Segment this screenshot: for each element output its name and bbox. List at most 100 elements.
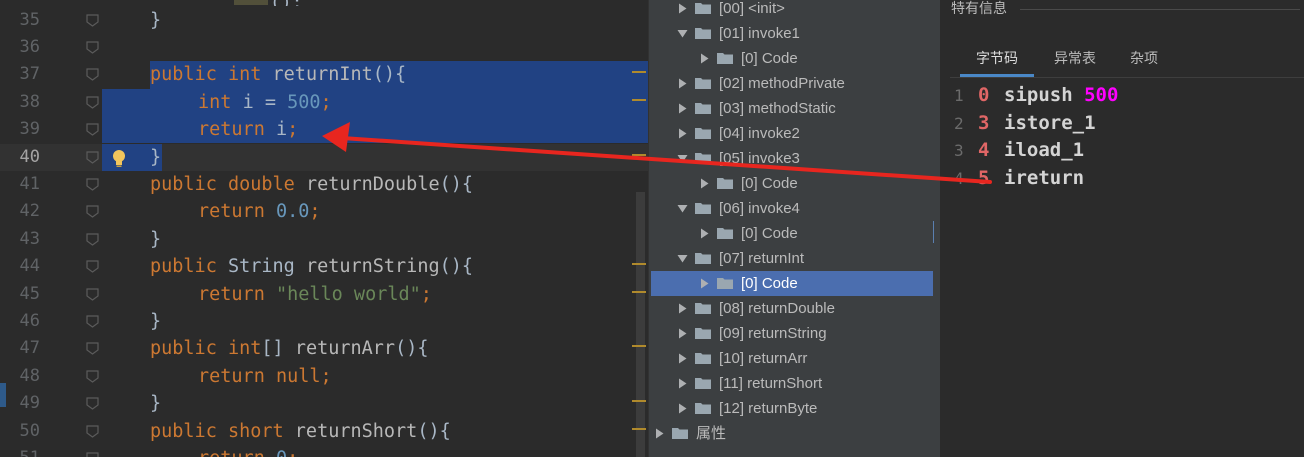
code-line[interactable]: 50 public short returnShort(){ xyxy=(0,418,648,445)
fold-marker-icon[interactable] xyxy=(86,342,99,356)
code-text[interactable]: return 0; xyxy=(198,445,298,457)
code-line[interactable]: 51 return 0; xyxy=(0,445,648,457)
code-line[interactable]: 44 public String returnString(){ xyxy=(0,253,648,280)
collapsed-arrow-icon[interactable] xyxy=(677,3,688,14)
code-text[interactable]: public int returnInt(){ xyxy=(150,61,406,88)
fold-marker-icon[interactable] xyxy=(86,41,99,54)
bytecode-line[interactable]: 4 5 ireturn xyxy=(940,165,1304,193)
tree-item[interactable]: [12] returnByte xyxy=(649,396,940,421)
tree-item[interactable]: 属性 xyxy=(649,421,940,446)
code-text[interactable]: } xyxy=(150,226,161,253)
code-token: public xyxy=(150,256,228,278)
code-line[interactable]: 42 return 0.0; xyxy=(0,198,648,225)
collapsed-arrow-icon[interactable] xyxy=(677,403,688,414)
bytecode-tab[interactable]: 杂项 xyxy=(1116,46,1172,72)
collapsed-arrow-icon[interactable] xyxy=(677,78,688,89)
code-text[interactable]: public int[] returnArr(){ xyxy=(150,335,428,362)
tree-item[interactable]: [05] invoke3 xyxy=(649,146,940,171)
tree-item[interactable]: [07] returnInt xyxy=(649,246,940,271)
code-line[interactable]: 43} xyxy=(0,226,648,253)
collapsed-arrow-icon[interactable] xyxy=(677,103,688,114)
code-line[interactable]: 37 public int returnInt(){ xyxy=(0,61,648,89)
code-text[interactable]: } xyxy=(150,144,161,171)
collapsed-arrow-icon[interactable] xyxy=(699,228,710,239)
expanded-arrow-icon[interactable] xyxy=(677,153,688,164)
code-editor[interactable]: (); 35}3637public int returnInt(){38int … xyxy=(0,0,648,457)
fold-marker-icon[interactable] xyxy=(86,96,99,109)
tree-item[interactable]: [04] invoke2 xyxy=(649,121,940,146)
code-line[interactable]: 47 public int[] returnArr(){ xyxy=(0,335,648,362)
fold-marker-icon[interactable] xyxy=(86,287,99,301)
folder-icon xyxy=(717,277,733,289)
collapsed-arrow-icon[interactable] xyxy=(699,178,710,189)
fold-marker-icon[interactable] xyxy=(86,13,99,27)
fold-marker-icon[interactable] xyxy=(86,123,99,136)
code-text[interactable]: } xyxy=(150,308,161,335)
collapsed-arrow-icon[interactable] xyxy=(677,328,688,339)
collapsed-arrow-icon[interactable] xyxy=(677,378,688,389)
bytecode-line[interactable]: 2 3 istore_1 xyxy=(940,110,1304,138)
code-text[interactable]: } xyxy=(150,7,161,34)
code-line[interactable]: 45 return "hello world"; xyxy=(0,281,648,308)
class-structure-tree[interactable]: [00] <init> [01] invoke1 [0] Code [02] meth… xyxy=(648,0,940,457)
fold-marker-icon[interactable] xyxy=(86,68,99,82)
code-line[interactable]: 48 return null; xyxy=(0,363,648,390)
fold-marker-icon[interactable] xyxy=(86,205,99,219)
tree-item[interactable]: [02] methodPrivate xyxy=(649,71,940,96)
tree-item[interactable]: [08] returnDouble xyxy=(649,296,940,321)
fold-marker-icon[interactable] xyxy=(86,260,99,273)
code-text[interactable]: public String returnString(){ xyxy=(150,253,473,280)
tree-item[interactable]: [11] returnShort xyxy=(649,371,940,396)
collapsed-arrow-icon[interactable] xyxy=(699,53,710,64)
fold-marker-icon[interactable] xyxy=(86,397,99,410)
bytecode-line[interactable]: 1 0 sipush 500 xyxy=(940,82,1304,110)
fold-marker-icon[interactable] xyxy=(86,370,99,383)
lightbulb-icon[interactable] xyxy=(110,148,128,168)
code-line[interactable]: 46} xyxy=(0,308,648,335)
fold-marker-icon[interactable] xyxy=(86,452,99,457)
collapsed-arrow-icon[interactable] xyxy=(654,428,665,439)
tree-item[interactable]: [0] Code xyxy=(649,46,940,71)
fold-marker-icon[interactable] xyxy=(86,178,99,191)
collapsed-arrow-icon[interactable] xyxy=(677,128,688,139)
collapsed-arrow-icon[interactable] xyxy=(699,278,710,289)
tree-item[interactable]: [10] returnArr xyxy=(649,346,940,371)
expanded-arrow-icon[interactable] xyxy=(677,203,688,214)
code-text[interactable]: return "hello world"; xyxy=(198,281,432,308)
expanded-arrow-icon[interactable] xyxy=(677,253,688,264)
fold-marker-icon[interactable] xyxy=(86,150,99,164)
tree-item[interactable]: [01] invoke1 xyxy=(649,21,940,46)
code-text[interactable]: return 0.0; xyxy=(198,198,321,225)
code-line[interactable]: 36 xyxy=(0,34,648,61)
code-line[interactable]: 38 int i = 500; xyxy=(0,88,648,117)
collapsed-arrow-icon[interactable] xyxy=(677,303,688,314)
tree-item[interactable]: [00] <init> xyxy=(649,0,940,21)
fold-marker-icon[interactable] xyxy=(86,315,99,328)
code-text[interactable]: } xyxy=(150,390,161,417)
code-text[interactable]: public double returnDouble(){ xyxy=(150,171,473,198)
code-text[interactable]: int i = 500; xyxy=(198,89,332,116)
editor-vertical-scrollbar[interactable] xyxy=(636,192,645,457)
tree-item[interactable]: [09] returnString xyxy=(649,321,940,346)
code-line[interactable]: 39 return i; xyxy=(0,116,648,144)
code-line[interactable]: 41 public double returnDouble(){ xyxy=(0,171,648,198)
tree-item[interactable]: [0] Code xyxy=(649,171,940,196)
fold-marker-icon[interactable] xyxy=(86,424,99,438)
bytecode-tab[interactable]: 字节码 xyxy=(960,46,1034,72)
code-token: 0.0 xyxy=(275,201,310,223)
code-line[interactable]: 35} xyxy=(0,7,648,34)
code-text[interactable]: return i; xyxy=(198,116,298,143)
code-line[interactable]: 40} xyxy=(0,143,648,171)
tree-item[interactable]: [03] methodStatic xyxy=(649,96,940,121)
tree-item[interactable]: [06] invoke4 xyxy=(649,196,940,221)
code-text[interactable]: public short returnShort(){ xyxy=(150,418,451,445)
tree-item[interactable]: [0] Code xyxy=(649,270,940,296)
bytecode-line[interactable]: 3 4 iload_1 xyxy=(940,137,1304,165)
expanded-arrow-icon[interactable] xyxy=(677,28,688,39)
collapsed-arrow-icon[interactable] xyxy=(677,353,688,364)
tree-item[interactable]: [0] Code xyxy=(649,221,940,246)
fold-marker-icon[interactable] xyxy=(86,233,99,246)
bytecode-tab[interactable]: 异常表 xyxy=(1036,46,1114,72)
code-text[interactable]: return null; xyxy=(198,363,332,390)
code-line[interactable]: 49} xyxy=(0,390,648,417)
